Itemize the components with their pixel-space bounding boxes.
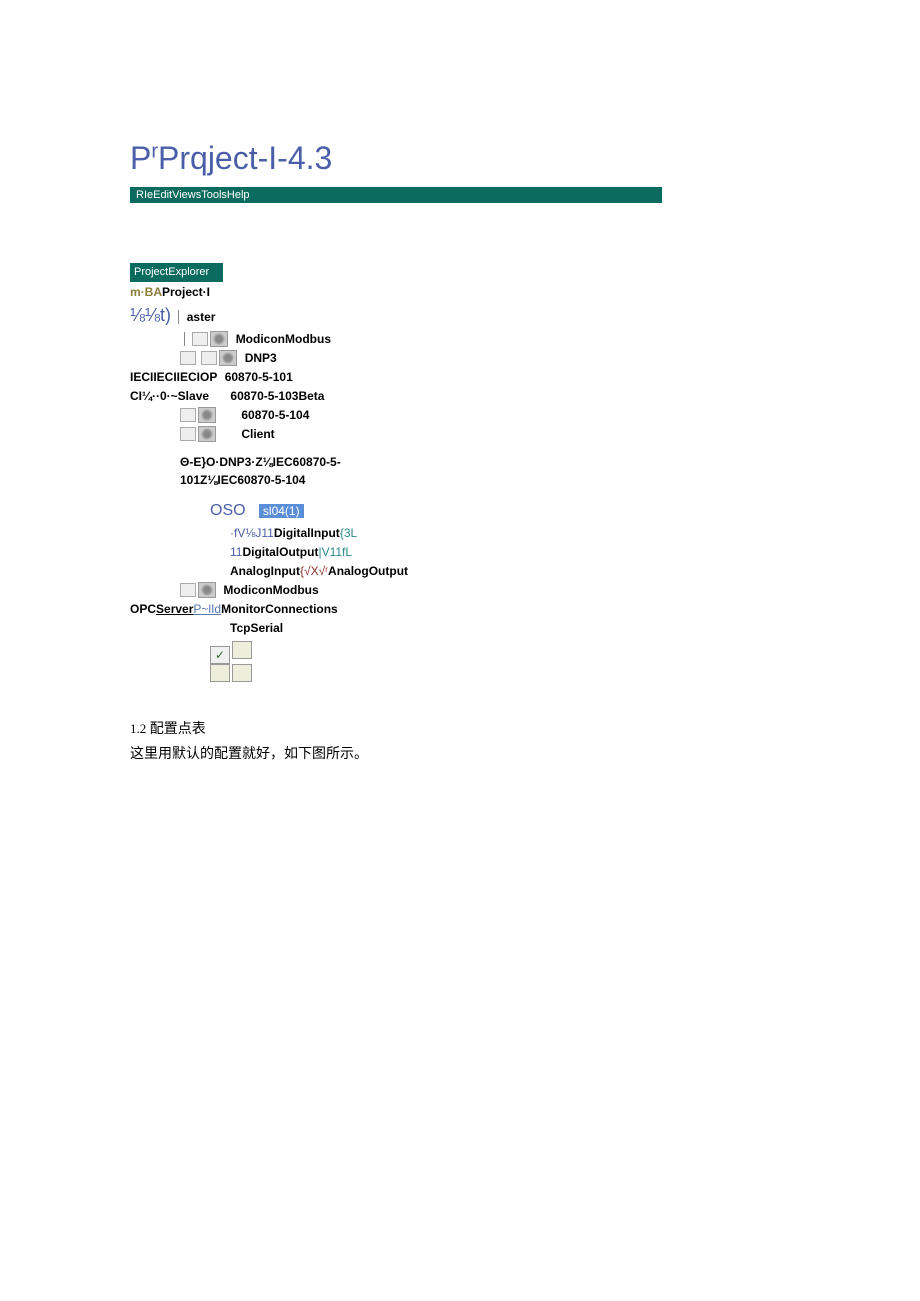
digin-label: DigitalInput: [274, 526, 340, 540]
gear-icon: [219, 350, 237, 366]
root-label: Project·I: [162, 285, 210, 299]
tree-frac-row: ⅛⅛t) aster: [130, 302, 400, 329]
tree-connector-icon: [178, 310, 179, 324]
expand-icon[interactable]: [180, 351, 196, 365]
tree-item-opcserver[interactable]: OPCServerP~lIdMonitorConnections: [130, 600, 400, 618]
anaout-label: AnalogOutput: [328, 564, 408, 578]
frac-label: ⅛⅛t): [130, 305, 171, 325]
tree-item-103beta[interactable]: CI¼··0·~Slave 60870-5-103Beta: [130, 387, 400, 405]
node-icon: [180, 583, 196, 597]
tree-item-modiconmodbus2[interactable]: ModiconModbus: [130, 581, 400, 599]
app-title: PrPrqject-I-4.3: [130, 140, 790, 177]
sl04-highlight[interactable]: sl04(1): [259, 504, 304, 518]
gear-icon: [198, 426, 216, 442]
anain-suffix: {√X√ʳ: [300, 564, 328, 578]
tree-oso-row[interactable]: OSO sl04(1): [130, 499, 400, 523]
tree-item-analoginput[interactable]: AnalogInput{√X√ʳAnalogOutput: [130, 562, 400, 580]
digout-label: DigitalOutput: [242, 545, 318, 559]
title-prefix: P: [130, 140, 151, 176]
monitorcon-label: MonitorConnections: [221, 602, 338, 616]
tree-item-dnp3[interactable]: DNP3: [130, 349, 400, 367]
tree-item-digitalinput[interactable]: ·fV⅛J11DigitalInput{3L: [130, 524, 400, 542]
tree-item-digitaloutput[interactable]: 11DigitalOutput|V11fL: [130, 543, 400, 561]
tree-item-104[interactable]: 60870-5-104: [130, 406, 400, 424]
section-paragraph: 这里用默认的配置就好，如下图所示。: [130, 742, 790, 767]
project-explorer-header: ProjectExplorer: [130, 263, 223, 282]
gear-icon: [198, 582, 216, 598]
node-icon: [201, 351, 217, 365]
aster-label[interactable]: aster: [187, 310, 216, 324]
tree-middle-text: Θ-E}O·DNP3·Z⅛IEC60870-5-101Z⅛IEC60870-5-…: [130, 453, 400, 489]
monitor-icon[interactable]: [232, 641, 252, 659]
check-icon[interactable]: ✓: [210, 646, 230, 664]
tree-item-iec-101[interactable]: IECIIECIIECIOP 60870-5-101: [130, 368, 400, 386]
device-icon[interactable]: [232, 664, 252, 682]
menu-bar[interactable]: RIeEditViewsToolsHelp: [130, 187, 662, 203]
node-icon: [180, 408, 196, 422]
tree-root[interactable]: m·BAProject·I: [130, 283, 400, 301]
oso-label: OSO: [210, 502, 246, 519]
plld-label: P~lId: [193, 602, 221, 616]
title-sup: r: [151, 140, 158, 162]
tree-item-client[interactable]: Client: [130, 425, 400, 443]
modiconmodbus-label: ModiconModbus: [236, 332, 331, 346]
device-icon[interactable]: [210, 664, 230, 682]
digout-prefix: 11: [230, 545, 242, 559]
client-label: Client: [241, 427, 274, 441]
digin-prefix: ·fV⅛J11: [230, 526, 274, 540]
node-icon: [180, 427, 196, 441]
gear-icon: [198, 407, 216, 423]
body-text-block: 1.2 配置点表 这里用默认的配置就好，如下图所示。: [130, 717, 790, 767]
ci-right-label: 60870-5-103Beta: [230, 389, 324, 403]
bottom-icon-row-2: [130, 664, 400, 687]
section-title: 配置点表: [150, 722, 206, 737]
tree-item-modiconmodbus[interactable]: ModiconModbus: [130, 330, 400, 348]
title-main: Prqject-I-4.3: [158, 140, 332, 176]
opc-prefix: OPC: [130, 602, 156, 616]
digout-suffix: |V11fL: [318, 545, 352, 559]
ci-left-label: CI¼··0·~Slave: [130, 389, 209, 403]
iec-left-label: IECIIECIIECIOP: [130, 370, 217, 384]
server-label: Server: [156, 602, 193, 616]
gear-icon: [210, 331, 228, 347]
digin-suffix: {3L: [340, 526, 357, 540]
modiconmodbus2-label: ModiconModbus: [223, 583, 318, 597]
tree-item-tcpserial[interactable]: TcpSerial: [130, 619, 400, 637]
dnp3-label: DNP3: [245, 351, 277, 365]
bottom-icon-row: ✓: [130, 641, 400, 664]
node-icon: [192, 332, 208, 346]
line-104-label: 60870-5-104: [241, 408, 309, 422]
tree-connector-icon: [184, 332, 185, 346]
project-explorer-panel: ProjectExplorer m·BAProject·I ⅛⅛t) aster…: [130, 263, 400, 687]
root-prefix: m·BA: [130, 285, 162, 299]
section-number: 1.2: [130, 721, 146, 736]
anain-label: AnalogInput: [230, 564, 300, 578]
section-heading: 1.2 配置点表: [130, 717, 790, 742]
iec-right-label: 60870-5-101: [225, 370, 293, 384]
